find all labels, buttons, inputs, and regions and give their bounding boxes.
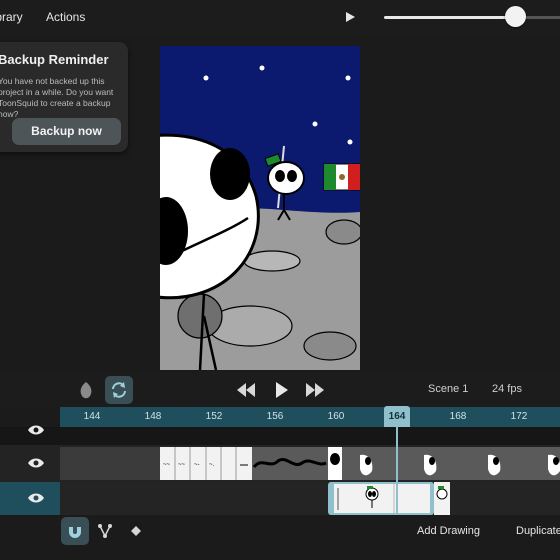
- onion-skin-icon: [80, 382, 92, 399]
- timeline-play-icon[interactable]: [275, 381, 289, 399]
- actions-menu[interactable]: Actions: [46, 10, 85, 24]
- selected-clip-thumb: [334, 484, 430, 513]
- svg-text:~-: ~-: [194, 462, 200, 468]
- magnet-icon: [69, 527, 81, 538]
- reminder-title: Backup Reminder: [0, 52, 109, 67]
- track-row: [0, 427, 560, 445]
- loop-button[interactable]: [105, 376, 133, 404]
- reminder-body: You have not backed up this project in a…: [0, 76, 114, 119]
- svg-text:~~: ~~: [178, 462, 186, 468]
- frame-thumbnail-strip: ~~ ~~ ~- ~.: [163, 447, 248, 480]
- scribble-frames[interactable]: [252, 447, 328, 480]
- loop-icon: [112, 382, 126, 398]
- track-strip: [60, 482, 560, 515]
- eye-icon[interactable]: [27, 492, 45, 504]
- current-frame-marker[interactable]: 164: [384, 406, 410, 428]
- ruler-tick: 148: [144, 411, 162, 422]
- backup-now-button[interactable]: Backup now: [12, 118, 121, 145]
- svg-text:~~: ~~: [163, 462, 171, 468]
- playhead[interactable]: [396, 427, 398, 515]
- clip-end-thumb[interactable]: [434, 482, 450, 515]
- rewind-icon[interactable]: [236, 382, 256, 398]
- ruler-tick: 152: [205, 411, 223, 422]
- zoom-slider-track[interactable]: [384, 16, 516, 19]
- eye-icon[interactable]: [27, 457, 45, 469]
- add-drawing-button[interactable]: Add Drawing: [417, 525, 480, 537]
- scene-label[interactable]: Scene 1: [428, 383, 468, 395]
- fps-label[interactable]: 24 fps: [492, 383, 522, 395]
- fast-forward-icon[interactable]: [305, 382, 325, 398]
- play-icon[interactable]: [346, 12, 355, 22]
- ruler-tick: 172: [510, 411, 528, 422]
- branch-icon[interactable]: [96, 522, 114, 540]
- ruler-tick: 160: [327, 411, 345, 422]
- onion-skin-button[interactable]: [72, 376, 100, 404]
- svg-text:~.: ~.: [209, 462, 215, 468]
- library-menu[interactable]: Library: [0, 10, 23, 24]
- drawing-frame-thumbs: [328, 447, 560, 480]
- ruler-tick: 144: [83, 411, 101, 422]
- ruler-tick: 168: [449, 411, 467, 422]
- drawing-canvas[interactable]: [160, 46, 360, 370]
- zoom-slider-knob[interactable]: [505, 6, 526, 27]
- frame-ruler[interactable]: [60, 407, 560, 427]
- duplicate-button[interactable]: Duplicate: [516, 525, 560, 537]
- eye-icon[interactable]: [27, 424, 45, 436]
- keyframe-diamond-icon[interactable]: [130, 525, 142, 537]
- ruler-tick: 156: [266, 411, 284, 422]
